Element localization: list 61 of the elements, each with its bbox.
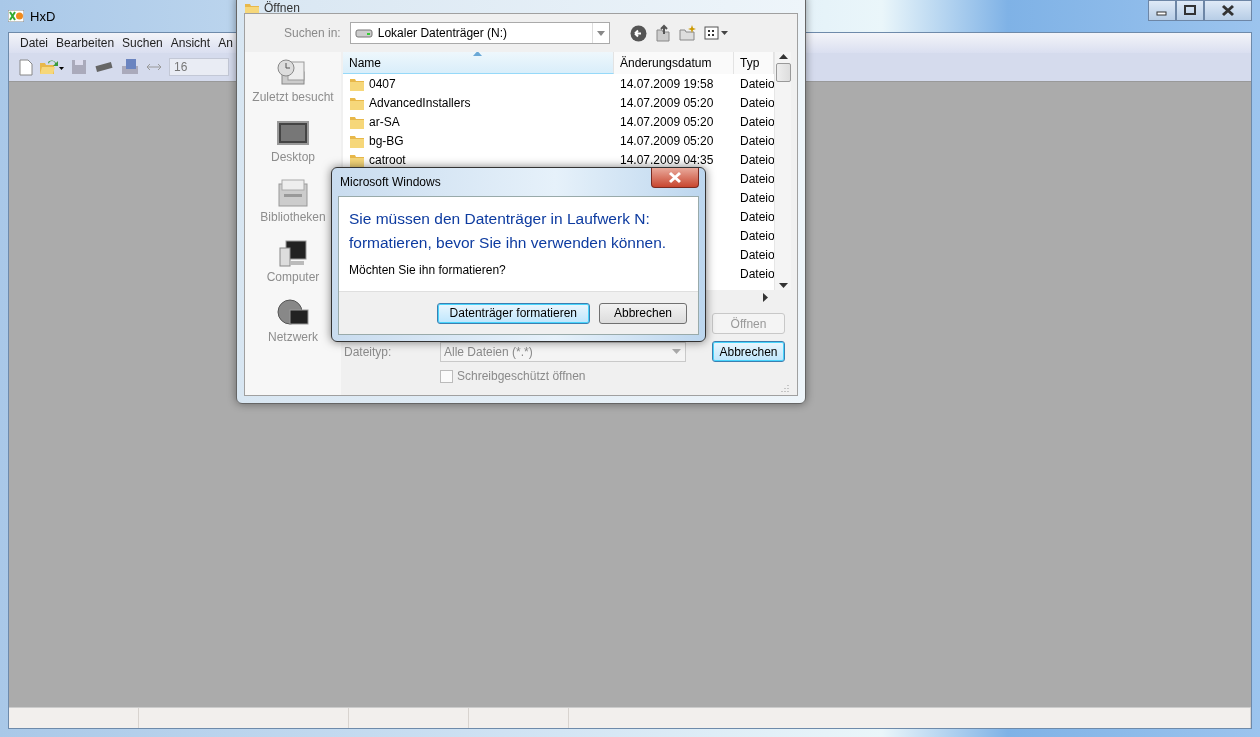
file-type: Dateio [740,76,774,91]
menu-item[interactable]: An [214,36,237,50]
open-folder-icon[interactable] [39,59,65,75]
file-date: 14.07.2009 04:35 [620,152,714,167]
dropdown-arrow-icon [672,349,681,354]
dialog-button[interactable]: Abbrechen [712,341,785,362]
drive-icon [354,27,373,39]
file-name: bg-BG [369,133,404,148]
back-icon[interactable] [629,24,647,42]
file-type: Dateio [740,266,774,281]
file-type: Dateio [740,114,774,129]
column-header[interactable]: Name [343,52,614,74]
file-date: 14.07.2009 05:20 [620,114,714,129]
computer-icon [276,238,310,268]
menu-item[interactable]: Suchen [118,36,167,50]
file-type: Dateio [740,171,774,186]
look-in-dropdown[interactable]: Lokaler Datenträger (N:) [349,22,610,44]
file-date: 14.07.2009 05:20 [620,133,714,148]
checkbox-label: Schreibgeschützt öffnen [457,369,586,383]
file-date: 14.07.2009 19:58 [620,76,714,91]
maximize-button[interactable] [1176,0,1204,21]
file-name: AdvancedInstallers [369,95,471,110]
file-name: 0407 [369,76,396,91]
main-instruction: Sie müssen den Datenträger in Laufwerk N: formatieren, bevor Sie ihn verwenden können. [349,209,668,253]
app-icon [8,10,24,22]
disk-icon[interactable] [121,58,139,76]
bytes-per-row-field[interactable]: 16 [169,58,229,76]
file-name: ar-SA [369,114,400,129]
dialog-button[interactable]: Datenträger formatieren [436,302,590,324]
dialog-button[interactable]: Abbrechen [599,302,687,324]
question-text: Möchten Sie ihn formatieren? [349,263,507,277]
scrollbar-thumb[interactable] [775,63,791,82]
checkbox[interactable] [440,369,453,383]
field-label: Dateityp: [344,344,393,359]
network-icon [276,298,310,328]
menu-item[interactable]: Ansicht [166,36,215,50]
file-type: Dateio [740,95,774,110]
column-header[interactable]: Änderungsdatum [614,52,734,74]
file-type: Dateio [740,209,774,224]
file-name: catroot [369,152,406,167]
view-menu-icon[interactable] [703,26,730,40]
file-type: Dateio [740,228,774,243]
file-type: Dateio [740,247,774,262]
menu-item[interactable]: Bearbeiten [52,36,119,50]
desktop-icon [276,118,310,148]
dialog-title: Microsoft Windows [340,175,441,189]
field-label: Suchen in: [284,26,341,40]
sort-arrow-icon [473,52,482,56]
dialog-title: Öffnen [264,1,300,15]
file-date: 14.07.2009 05:20 [620,95,714,110]
resize-grip-icon [779,383,789,393]
window-title: HxD [30,8,56,24]
scroll-right-icon[interactable] [763,292,769,302]
libraries-icon [276,178,310,208]
file-type: Dateio [740,133,774,148]
menu-item[interactable]: Datei [16,36,52,50]
up-folder-icon[interactable] [654,24,671,42]
file-type: Dateio [740,190,774,205]
close-button[interactable] [1204,0,1252,21]
close-button[interactable] [651,168,699,188]
file-type: Dateio [740,152,774,167]
